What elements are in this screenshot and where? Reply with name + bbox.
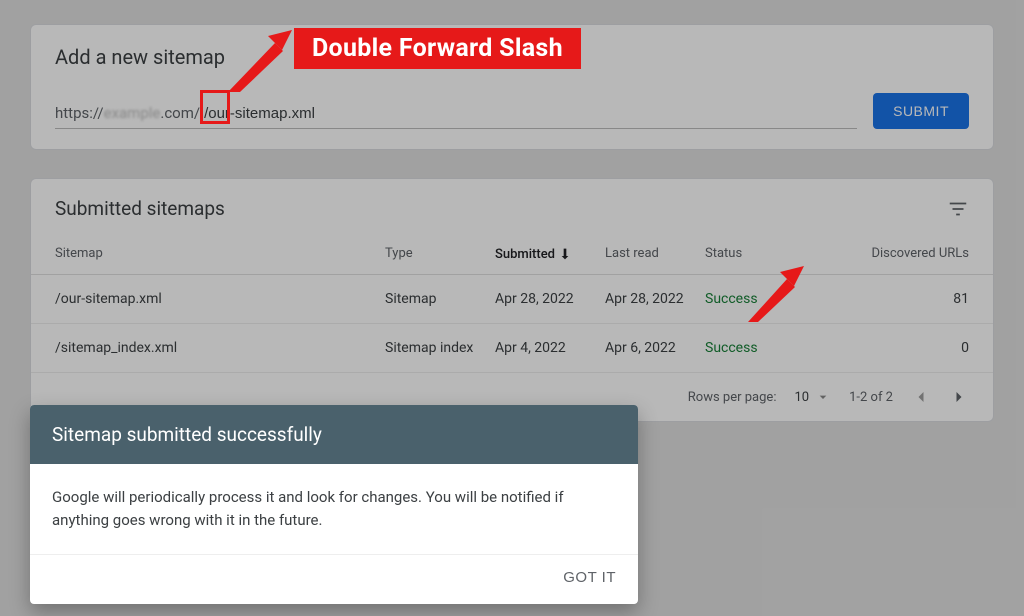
annotation-slash-label: Double Forward Slash	[294, 28, 581, 69]
dialog-title: Sitemap submitted successfully	[30, 405, 638, 464]
dialog-body: Google will periodically process it and …	[30, 464, 638, 556]
got-it-button[interactable]: GOT IT	[563, 569, 616, 586]
annotation-arrow-icon	[748, 266, 804, 322]
success-dialog: Sitemap submitted successfully Google wi…	[30, 405, 638, 605]
annotation-arrow-icon	[228, 30, 292, 92]
annotation-slash-box	[200, 90, 230, 124]
